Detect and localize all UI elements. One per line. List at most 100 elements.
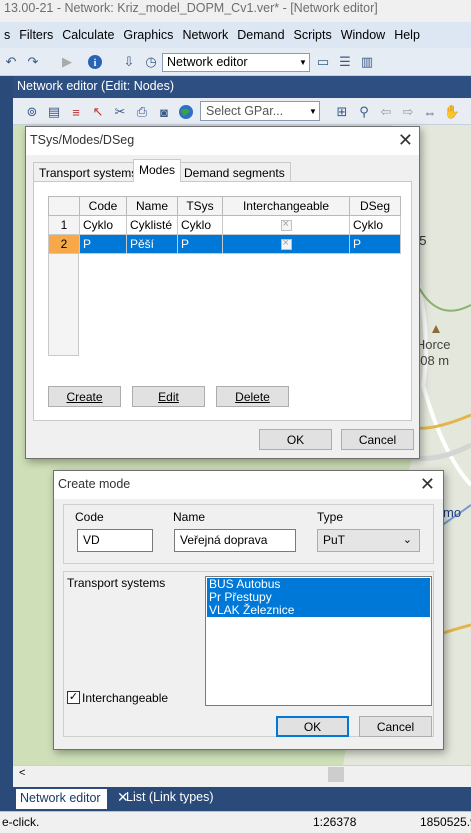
dialog-title: Create mode [54,471,443,499]
modes-table[interactable]: Code Name TSys Interchangeable DSeg 1 Cy… [48,196,401,254]
fit-icon[interactable]: ⇔ [421,103,439,121]
cell-tsys[interactable]: P [177,234,223,254]
list-icon[interactable]: ▤ [45,103,63,121]
network-editor-header: Network editor (Edit: Nodes) [13,76,471,98]
left-panel-strip [0,76,13,816]
cell-name[interactable]: Cyklisté [126,215,178,235]
select-icon[interactable]: ↖ [89,103,107,121]
menu-demand[interactable]: Demand [233,28,288,42]
zoom-window-icon[interactable]: ⊞ [333,103,351,121]
cell-interchangeable[interactable] [222,234,350,254]
delete-button[interactable]: Delete [216,386,289,407]
transport-systems-label: Transport systems [67,576,166,590]
table-corner [48,196,80,216]
column-header-name[interactable]: Name [126,196,178,216]
delete-label: Delete [235,389,270,404]
cell-dseg[interactable]: P [349,234,401,254]
tsys-group: Transport systems BUS Autobus Pr Přestup… [63,571,434,737]
redo-icon[interactable]: ↷ [24,53,42,71]
ok-button[interactable]: OK [276,716,349,737]
list-item-vlak[interactable]: VLAK Železnice [207,604,430,617]
menu-filters[interactable]: Filters [15,28,57,42]
tab-transport-systems[interactable]: Transport systems [33,162,144,182]
binoculars-icon[interactable]: ⊚ [23,103,41,121]
back-icon[interactable]: ⇦ [377,103,395,121]
undo-icon[interactable]: ↶ [2,53,20,71]
menu-help[interactable]: Help [390,28,424,42]
chevron-down-icon: ▼ [309,106,317,116]
cell-name[interactable]: Pěší [126,234,178,254]
cancel-button[interactable]: Cancel [359,716,432,737]
cell-tsys[interactable]: Cyklo [177,215,223,235]
column-header-code[interactable]: Code [79,196,127,216]
menu-graphics[interactable]: Graphics [119,28,177,42]
tab-demand-segments[interactable]: Demand segments [178,162,291,182]
create-mode-dialog: Create mode ✕ Code VD Name Veřejná dopra… [53,470,444,750]
close-icon[interactable]: ✕ [420,474,435,494]
chevron-down-icon: ⌄ [402,534,412,546]
cell-dseg[interactable]: Cyklo [349,215,401,235]
menu-scripts[interactable]: Scripts [290,28,336,42]
svg-text:i: i [94,58,97,69]
globe-icon[interactable] [177,103,195,121]
download-icon[interactable]: ⇩ [120,53,138,71]
tab-list-link-types[interactable]: List (Link types) [126,790,214,804]
status-hint: e-click. [2,815,40,829]
row-number[interactable]: 2 [48,234,80,254]
type-select-value: PuT [323,533,346,547]
view-combo-value: Network editor [167,55,248,69]
create-button[interactable]: Create [48,386,121,407]
tools-icon[interactable]: ✂ [111,103,129,121]
gpar-select[interactable]: Select GPar... ▼ [200,101,320,121]
scroll-left-icon[interactable]: < [19,767,25,779]
scrollbar-thumb[interactable] [328,767,344,782]
pan-hand-icon[interactable]: ✋ [443,103,461,121]
horizontal-scrollbar[interactable]: < [13,765,471,783]
menu-network[interactable]: Network [178,28,232,42]
layout-horizontal-icon[interactable]: ☰ [336,53,354,71]
table-row[interactable]: 1 Cyklo Cyklisté Cyklo Cyklo [48,215,401,235]
cell-code[interactable]: P [79,234,127,254]
layout-vertical-icon[interactable]: ▥ [358,53,376,71]
tsys-modes-dseg-dialog: TSys/Modes/DSeg ✕ Transport systems Mode… [25,126,420,459]
tab-network-editor[interactable]: Network editor [16,789,107,809]
row-number[interactable]: 1 [48,215,80,235]
cell-code[interactable]: Cyklo [79,215,127,235]
table-header-row: Code Name TSys Interchangeable DSeg [48,196,401,216]
column-header-tsys[interactable]: TSys [177,196,223,216]
view-combo[interactable]: Network editor ▼ [162,53,310,72]
column-header-dseg[interactable]: DSeg [349,196,401,216]
status-coords: 1850525.9 [420,815,471,829]
zoom-icon[interactable]: ⚲ [355,103,373,121]
cell-interchangeable[interactable] [222,215,350,235]
ok-button[interactable]: OK [259,429,332,450]
type-select[interactable]: PuT ⌄ [317,529,420,552]
dialog-title: TSys/Modes/DSeg [26,127,419,155]
column-header-interchangeable[interactable]: Interchangeable [222,196,350,216]
run-icon[interactable]: ▶ [58,53,76,71]
timer-icon[interactable]: ◷ [142,53,160,71]
forward-icon[interactable]: ⇨ [399,103,417,121]
gpar-placeholder: Select GPar... [206,104,284,118]
code-label: Code [75,510,104,524]
table-row-selected[interactable]: 2 P Pěší P P [48,234,401,254]
close-icon[interactable]: ✕ [398,130,413,150]
camera-icon[interactable]: ◙ [155,103,173,121]
code-input[interactable]: VD [77,529,153,552]
checkbox-disabled-icon [280,218,292,232]
modes-panel: Code Name TSys Interchangeable DSeg 1 Cy… [33,181,412,421]
edit-button[interactable]: Edit [132,386,205,407]
checkbox-disabled-icon [280,237,292,251]
menu-window[interactable]: Window [337,28,389,42]
interchangeable-checkbox[interactable]: ✓ [67,691,80,704]
info-icon[interactable]: i [86,53,104,71]
layers-icon[interactable]: ≡ [67,103,85,121]
layout-single-icon[interactable]: ▭ [314,53,332,71]
menu-item-partial[interactable]: s [0,28,14,42]
menu-calculate[interactable]: Calculate [58,28,118,42]
print-icon[interactable]: ⎙ [133,103,151,121]
name-input[interactable]: Veřejná doprava [174,529,296,552]
tab-modes[interactable]: Modes [133,159,182,182]
cancel-button[interactable]: Cancel [341,429,414,450]
transport-systems-list[interactable]: BUS Autobus Pr Přestupy VLAK Železnice [205,576,432,706]
